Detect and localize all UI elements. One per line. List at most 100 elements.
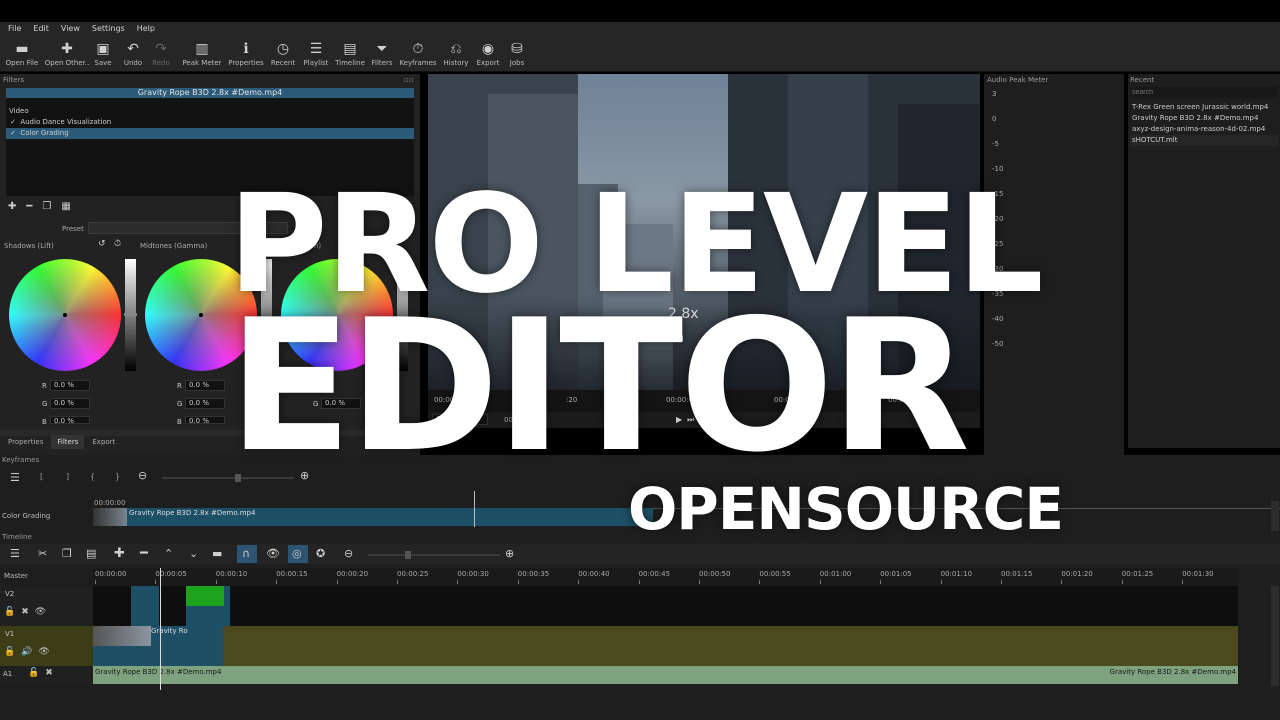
v2-clip-1[interactable] (131, 586, 159, 626)
keyframe-next-bracket-icon[interactable]: ] (66, 472, 69, 481)
tab-filters[interactable]: Filters (51, 435, 85, 449)
track-v1-controls[interactable]: 🔓🔊👁 (4, 648, 56, 657)
toolbar-save-button[interactable]: ▣ Save (90, 39, 116, 71)
toolbar-redo-button[interactable]: ↷ Redo (148, 39, 174, 71)
filter-item-audio-dance[interactable]: ✓ Audio Dance Visualization (6, 117, 414, 128)
menu-edit[interactable]: Edit (33, 22, 49, 36)
ripple-icon[interactable]: ◎ (292, 547, 302, 560)
ripple-delete-icon[interactable]: ━ (140, 546, 148, 561)
track-a1-controls[interactable]: 🔓✖ (28, 669, 59, 678)
snap-magnet-icon[interactable]: ∩ (242, 547, 250, 560)
recent-item[interactable]: T-Rex Green screen Jurassic world.mp4 (1130, 102, 1278, 113)
panel-float-close-icons[interactable]: ▫▫ (404, 76, 418, 84)
v2-clip-2[interactable] (186, 586, 230, 626)
menu-view[interactable]: View (61, 22, 80, 36)
midtones-b-spin[interactable]: 0.0 % (185, 416, 225, 424)
track-name-a1: A1 (3, 670, 13, 678)
timeline-zoom-in-icon[interactable]: ⊕ (505, 547, 514, 560)
toolbar-timeline-button[interactable]: ▤ Timeline (334, 39, 366, 71)
track-v2-controls[interactable]: 🔓✖👁 (4, 608, 52, 617)
filter-item-color-grading[interactable]: ✓ Color Grading (6, 128, 414, 139)
wheel-handle[interactable] (63, 313, 67, 317)
toolbar-peak-meter-button[interactable]: ▥ Peak Meter (180, 39, 224, 71)
wheel-handle[interactable] (199, 313, 203, 317)
shadows-g-spin[interactable]: 0.0 % (50, 398, 90, 409)
track-a1[interactable]: Gravity Rope B3D 2.8x #Demo.mp4 Gravity … (93, 666, 1238, 684)
shadows-r-label: R (42, 382, 47, 390)
shadows-label: Shadows (Lift) (4, 242, 54, 250)
midtones-g-spin[interactable]: 0.0 % (185, 398, 225, 409)
tab-export[interactable]: Export (86, 435, 121, 449)
keyframe-toggle-icon[interactable]: ⏱ (114, 240, 121, 249)
overwrite-icon[interactable]: ⌄ (189, 547, 198, 560)
shadows-b-spin[interactable]: 0.0 % (50, 416, 90, 424)
add-filter-icon[interactable]: ✚ (8, 201, 16, 213)
open-other-icon: ✚ (61, 41, 73, 57)
menu-help[interactable]: Help (137, 22, 155, 36)
cut-icon[interactable]: ✂ (38, 547, 47, 560)
keyframe-next-icon[interactable]: } (115, 472, 120, 481)
shadows-r-spin[interactable]: 0.0 % (50, 380, 90, 391)
remove-filter-icon[interactable]: ━ (26, 201, 32, 213)
open-file-icon: ▬ (15, 41, 29, 57)
reset-icon[interactable]: ↺ (98, 240, 106, 249)
shadows-color-wheel[interactable] (9, 259, 121, 371)
copy-filter-icon[interactable]: ❐ (42, 201, 51, 213)
ripple-all-icon[interactable]: ✪ (316, 547, 325, 560)
toolbar-filters-button[interactable]: ⏷ Filters (368, 39, 396, 71)
v1-clip[interactable]: Gravity Ro (93, 626, 223, 666)
track-header-a1[interactable]: A1 🔓✖ (0, 666, 93, 684)
lift-icon[interactable]: ⌃ (164, 547, 173, 560)
menu-file[interactable]: File (8, 22, 21, 36)
recent-search-input[interactable] (1130, 87, 1278, 98)
toolbar-open-file-button[interactable]: ▬ Open File (4, 39, 40, 71)
toolbar-undo-button[interactable]: ↶ Undo (120, 39, 146, 71)
timeline-ruler[interactable]: 00:00:00 00:00:05 00:00:10 00:00:15 00:00:20… (93, 568, 1238, 586)
timeline-playhead[interactable] (160, 568, 161, 690)
midtones-label: Midtones (Gamma) (140, 242, 208, 250)
track-v2[interactable] (93, 586, 1238, 626)
toolbar-export-button[interactable]: ◉ Export (474, 39, 502, 71)
timeline-zoom-out-icon[interactable]: ⊖ (344, 547, 353, 560)
keyframes-playhead[interactable] (474, 491, 475, 527)
paste-filter-icon[interactable]: ▦ (61, 201, 70, 213)
shadows-luma-slider[interactable] (124, 259, 137, 371)
ruler-tick: 00:01:00 (819, 570, 852, 584)
a1-clip[interactable]: Gravity Rope B3D 2.8x #Demo.mp4 Gravity … (93, 668, 1238, 680)
menu-settings[interactable]: Settings (92, 22, 125, 36)
keyframes-menu-icon[interactable]: ☰ (10, 471, 20, 484)
check-icon[interactable]: ✓ (10, 118, 16, 126)
keyframes-vscrollbar[interactable] (1271, 501, 1279, 531)
track-v1[interactable]: Gravity Ro (93, 626, 1238, 666)
toolbar-keyframes-button[interactable]: ⏱ Keyframes (398, 39, 438, 71)
zoom-out-icon[interactable]: ⊖ (138, 469, 147, 482)
scrub-icon[interactable]: 👁 (266, 547, 280, 560)
timeline-vscrollbar[interactable] (1271, 586, 1279, 686)
toolbar-jobs-button[interactable]: ⛁ Jobs (506, 39, 528, 71)
track-header-v1[interactable]: V1 🔓🔊👁 (0, 626, 93, 666)
keyframes-clip[interactable]: Gravity Rope B3D 2.8x #Demo.mp4 (93, 508, 653, 526)
recent-item[interactable]: Gravity Rope B3D 2.8x #Demo.mp4 (1130, 113, 1278, 124)
timeline-zoom-slider[interactable] (368, 551, 500, 559)
recent-title: Recent (1130, 76, 1155, 84)
keyframes-ruler-time: 00:00:00 (94, 499, 126, 507)
tab-properties[interactable]: Properties (2, 435, 49, 449)
keyframe-prev-bracket-icon[interactable]: [ (40, 472, 43, 481)
recent-item[interactable]: axyz-design-anima-reason-4d-02.mp4 (1130, 124, 1278, 135)
copy-icon[interactable]: ❐ (62, 547, 72, 560)
paste-icon[interactable]: ▤ (86, 547, 96, 560)
toolbar-history-button[interactable]: ⎌ History (442, 39, 470, 71)
recent-item[interactable]: sHOTCUT.mlt (1130, 135, 1278, 146)
keyframes-title: Keyframes (2, 456, 40, 464)
split-icon[interactable]: ▬ (212, 547, 222, 560)
timeline-menu-icon[interactable]: ☰ (10, 547, 20, 560)
toolbar-recent-button[interactable]: ◷ Recent (268, 39, 298, 71)
midtones-r-spin[interactable]: 0.0 % (185, 380, 225, 391)
check-icon[interactable]: ✓ (10, 129, 16, 137)
toolbar-properties-button[interactable]: ℹ Properties (228, 39, 264, 71)
append-icon[interactable]: ✚ (114, 546, 125, 561)
track-header-v2[interactable]: V2 🔓✖👁 (0, 586, 93, 626)
toolbar-open-other-button[interactable]: ✚ Open Other.. (44, 39, 90, 71)
toolbar-playlist-button[interactable]: ☰ Playlist (302, 39, 330, 71)
keyframe-prev-icon[interactable]: { (90, 472, 95, 481)
